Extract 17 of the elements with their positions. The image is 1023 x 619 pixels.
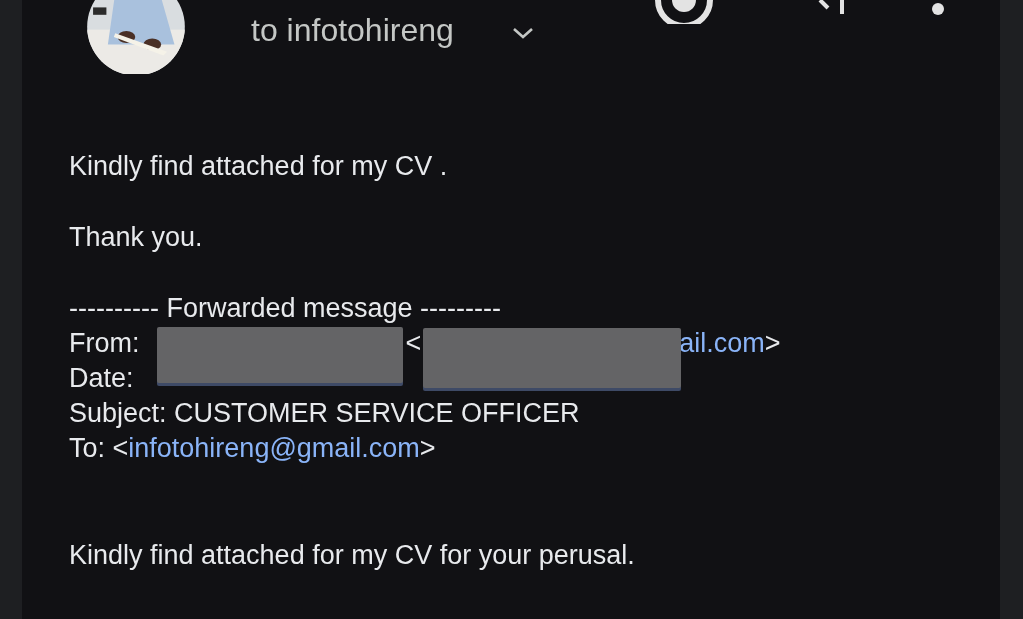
message-text: Thank you. [69, 221, 204, 254]
message-text: Kindly find attached for my CV . [69, 150, 449, 183]
more-icon[interactable] [931, 2, 945, 16]
email-link[interactable]: infotohireng@gmail.com [128, 433, 420, 463]
bracket-text: > [419, 433, 436, 463]
to-label: To: < [69, 433, 129, 463]
date-label: Date: [69, 363, 134, 393]
recipient-label[interactable]: to infotohireng [251, 10, 454, 50]
subject-text: Subject: CUSTOMER SERVICE OFFICER [69, 397, 581, 430]
chevron-down-icon[interactable] [511, 26, 535, 40]
circle-icon[interactable] [654, 0, 714, 24]
bracket-text: < [405, 328, 422, 358]
message-text: Kindly find attached for my CV for your perusal. [69, 539, 636, 572]
email-link[interactable]: ail.com [679, 328, 765, 358]
forwarded-divider: ---------- Forwarded message --------- [69, 292, 502, 325]
from-label: From: [69, 328, 140, 358]
bracket-text: > [764, 328, 781, 358]
